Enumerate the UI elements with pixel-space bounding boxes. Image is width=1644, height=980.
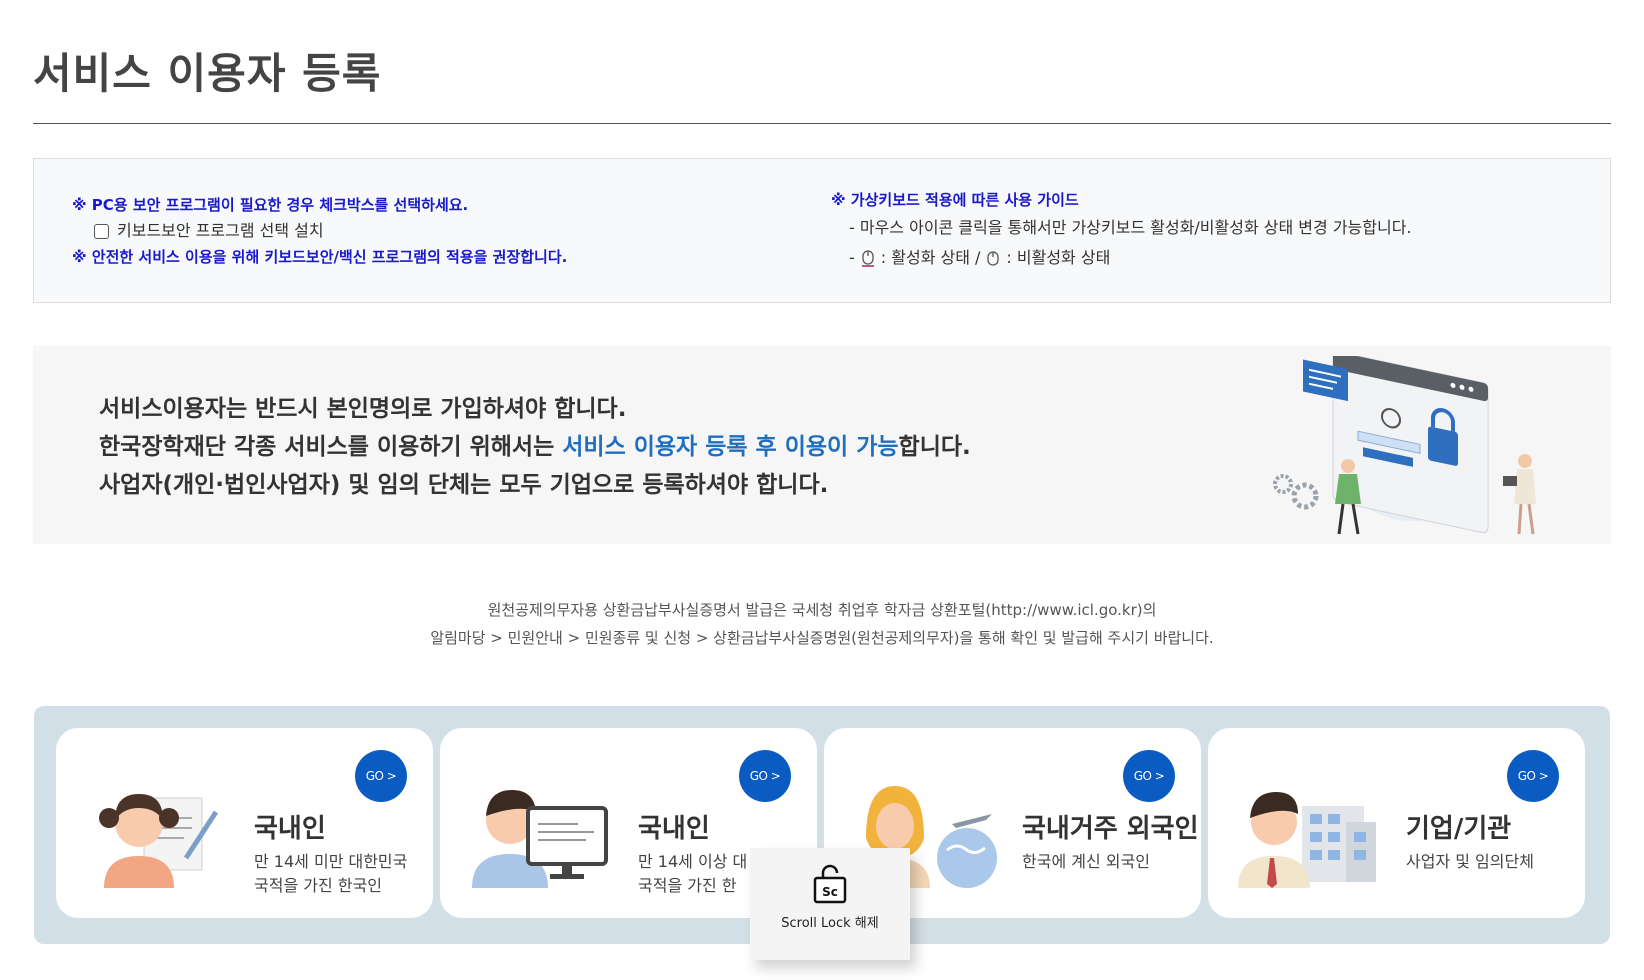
go-button[interactable]: GO > (739, 750, 791, 802)
card-description-line-2: 국적을 가진 한국인 (254, 876, 382, 895)
card-description-line-1: 만 14세 이상 대 (638, 852, 748, 871)
banner-line-2-suffix: 합니다. (898, 434, 971, 460)
login-security-illustration (1273, 356, 1536, 535)
card-description-line-1: 사업자 및 임의단체 (1406, 852, 1534, 871)
scroll-lock-label[interactable]: Scroll Lock 해제 (750, 912, 910, 931)
certificate-notice: 원천공제의무자용 상환금납부사실증명서 발급은 국세청 취업후 학자금 상환포털… (0, 596, 1644, 652)
card-company-organization[interactable]: GO > 기업/기관 사업자 및 임의단체 (1208, 728, 1585, 918)
keyboard-security-label[interactable]: 키보드보안 프로그램 선택 설치 (117, 218, 324, 244)
go-button[interactable]: GO > (1507, 750, 1559, 802)
security-notice-box: ※ PC용 보안 프로그램이 필요한 경우 체크박스를 선택하세요. 키보드보안… (33, 158, 1611, 303)
child-avatar-icon (99, 794, 219, 888)
card-title: 기업/기관 (1406, 814, 1512, 844)
active-state-label: : 활성화 상태 / (880, 248, 981, 267)
security-notice-left: ※ PC용 보안 프로그램이 필요한 경우 체크박스를 선택하세요. 키보드보안… (72, 192, 567, 270)
mouse-active-icon (861, 249, 874, 267)
mouse-inactive-icon (987, 250, 1000, 266)
guide-title: ※ 가상키보드 적용에 따른 사용 가이드 (831, 191, 1079, 209)
scroll-lock-release-popup[interactable]: Sc Scroll Lock 해제 (750, 848, 910, 960)
card-description-line-1: 한국에 계신 외국인 (1022, 852, 1150, 871)
company-avatar-icon (1238, 792, 1376, 888)
banner-line-2: 한국장학재단 각종 서비스를 이용하기 위해서는 서비스 이용자 등록 후 이용… (99, 428, 971, 466)
recommend-note: ※ 안전한 서비스 이용을 위해 키보드보안/백신 프로그램의 적용을 권장합니… (72, 248, 568, 266)
virtual-keyboard-guide: ※ 가상키보드 적용에 따른 사용 가이드 - 마우스 아이콘 클릭을 통해서만… (831, 187, 1412, 273)
card-description: 사업자 및 임의단체 (1406, 850, 1534, 874)
computer-user-avatar-icon (472, 790, 608, 888)
banner-line-1: 서비스이용자는 반드시 본인명의로 가입하셔야 합니다. (99, 396, 627, 422)
keyboard-security-checkbox[interactable] (94, 223, 109, 239)
title-divider (33, 123, 1611, 124)
banner-highlight: 서비스 이용자 등록 후 이용이 가능 (562, 434, 899, 460)
card-description-line-2: 국적을 가진 한 (638, 876, 737, 895)
guide-status-line: - : 활성화 상태 / : 비활성화 상태 (831, 243, 1412, 273)
card-description: 한국에 계신 외국인 (1022, 850, 1150, 874)
go-button[interactable]: GO > (355, 750, 407, 802)
registration-info-banner: 서비스이용자는 반드시 본인명의로 가입하셔야 합니다. 한국장학재단 각종 서… (33, 346, 1611, 544)
card-title: 국내인 (638, 814, 710, 844)
card-description: 만 14세 이상 대 국적을 가진 한 (638, 850, 747, 898)
keyboard-security-option[interactable]: 키보드보안 프로그램 선택 설치 (72, 218, 567, 244)
card-description: 만 14세 미만 대한민국 국적을 가진 한국인 (254, 850, 407, 898)
guide-line: - 마우스 아이콘 클릭을 통해서만 가상키보드 활성화/비활성화 상태 변경 … (849, 218, 1412, 237)
certificate-notice-line-2: 알림마당 > 민원안내 > 민원종류 및 신청 > 상환금납부사실증명원(원천공… (430, 629, 1214, 647)
page-title: 서비스 이용자 등록 (33, 49, 382, 98)
card-description-line-1: 만 14세 미만 대한민국 (254, 852, 408, 871)
scroll-lock-icon-text: Sc (822, 885, 838, 899)
guide-dash: - (849, 248, 855, 267)
inactive-state-label: : 비활성화 상태 (1006, 248, 1111, 267)
banner-line-3: 사업자(개인·법인사업자) 및 임의 단체는 모두 기업으로 등록하셔야 합니다… (99, 472, 829, 498)
certificate-notice-line-1: 원천공제의무자용 상환금납부사실증명서 발급은 국세청 취업후 학자금 상환포털… (487, 601, 1157, 619)
card-domestic-under-14[interactable]: GO > 국내인 만 14세 미만 대한민국 국적을 가진 한국인 (56, 728, 433, 918)
go-button[interactable]: GO > (1123, 750, 1175, 802)
banner-text: 서비스이용자는 반드시 본인명의로 가입하셔야 합니다. 한국장학재단 각종 서… (99, 390, 971, 504)
banner-line-2-prefix: 한국장학재단 각종 서비스를 이용하기 위해서는 (99, 434, 563, 460)
card-title: 국내인 (254, 814, 326, 844)
card-title: 국내거주 외국인 (1022, 814, 1199, 844)
security-program-note: ※ PC용 보안 프로그램이 필요한 경우 체크박스를 선택하세요. (72, 196, 469, 214)
scroll-lock-icon: Sc (813, 864, 847, 904)
